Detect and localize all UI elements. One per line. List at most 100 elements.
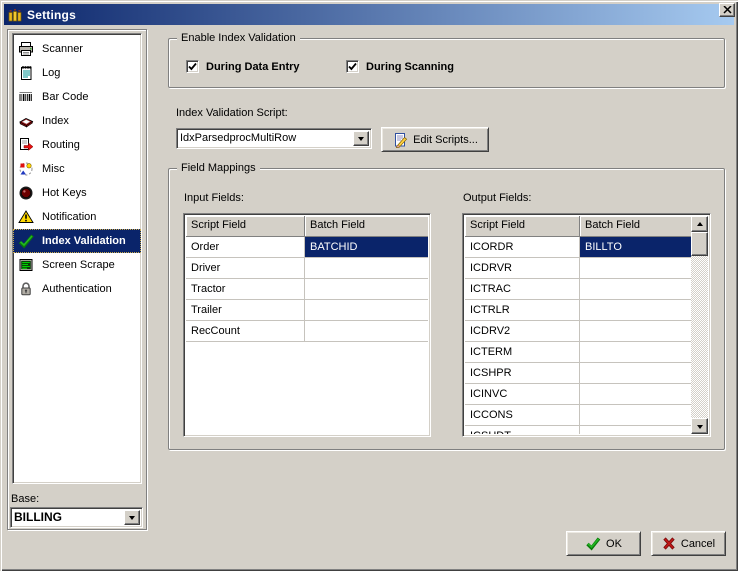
script-field-cell[interactable]: ICTRLR xyxy=(465,300,580,321)
table-row[interactable]: Driver xyxy=(186,258,428,279)
cancel-x-icon xyxy=(662,537,676,550)
close-icon[interactable] xyxy=(719,3,735,17)
sidebar-item-label: Routing xyxy=(42,139,80,151)
script-field-cell[interactable]: ICTRAC xyxy=(465,279,580,300)
script-field-cell[interactable]: Trailer xyxy=(186,300,305,321)
chevron-down-icon[interactable] xyxy=(124,510,140,525)
output-fields-table[interactable]: Script Field Batch Field ICORDR BILLTO I… xyxy=(462,213,711,437)
batch-field-cell[interactable]: BILLTO xyxy=(580,237,691,258)
routing-arrow-icon xyxy=(18,137,34,153)
batch-field-cell[interactable] xyxy=(305,321,428,342)
checkbox-label: During Data Entry xyxy=(206,60,300,73)
batch-field-cell[interactable] xyxy=(580,258,691,279)
script-field-cell[interactable]: ICDRVR xyxy=(465,258,580,279)
batch-field-cell[interactable]: BATCHID xyxy=(305,237,428,258)
batch-field-cell[interactable] xyxy=(580,279,691,300)
table-row[interactable]: ICTRAC xyxy=(465,279,691,300)
script-field-cell[interactable]: ICDRV2 xyxy=(465,321,580,342)
red-book-icon xyxy=(18,113,34,129)
table-row[interactable]: ICTERM xyxy=(465,342,691,363)
input-fields-table[interactable]: Script Field Batch Field Order BATCHID D… xyxy=(183,213,431,437)
barcode-icon xyxy=(18,89,34,105)
script-field-cell[interactable]: Order xyxy=(186,237,305,258)
scroll-up-icon[interactable] xyxy=(691,216,708,232)
column-header: Batch Field xyxy=(580,216,691,237)
during-data-entry-row: During Data Entry xyxy=(186,60,300,73)
script-field-cell[interactable]: ICSHPR xyxy=(465,363,580,384)
script-field-cell[interactable]: Tractor xyxy=(186,279,305,300)
sidebar-item-scanner[interactable]: Scanner xyxy=(13,37,141,61)
table-row[interactable]: ICDRVR xyxy=(465,258,691,279)
batch-field-cell[interactable] xyxy=(580,363,691,384)
scroll-down-icon[interactable] xyxy=(691,418,708,434)
during-data-entry-checkbox[interactable] xyxy=(186,60,199,73)
sidebar-item-label: Bar Code xyxy=(42,91,89,103)
table-row[interactable]: ICDRV2 xyxy=(465,321,691,342)
script-field-cell[interactable]: ICTERM xyxy=(465,342,580,363)
field-mappings-group: Field Mappings Input Fields: Script Fiel… xyxy=(168,162,725,450)
batch-field-cell[interactable] xyxy=(580,405,691,426)
cancel-label: Cancel xyxy=(680,537,716,550)
script-field-cell[interactable]: ICSHDT xyxy=(465,426,580,434)
batch-field-cell[interactable] xyxy=(580,321,691,342)
edit-scripts-icon xyxy=(392,132,408,148)
table-row[interactable]: ICTRLR xyxy=(465,300,691,321)
scrollbar-thumb[interactable] xyxy=(691,232,708,256)
batch-field-cell[interactable] xyxy=(580,426,691,434)
batch-field-cell[interactable] xyxy=(580,384,691,405)
script-combobox[interactable]: IdxParsedprocMultiRow xyxy=(176,128,372,149)
during-scanning-row: During Scanning xyxy=(346,60,454,73)
sidebar-item-label: Scanner xyxy=(42,43,83,55)
table-row[interactable]: Order BATCHID xyxy=(186,237,428,258)
sidebar-item-label: Notification xyxy=(42,211,97,223)
table-row[interactable]: Tractor xyxy=(186,279,428,300)
script-field-cell[interactable]: RecCount xyxy=(186,321,305,342)
script-field-cell[interactable]: Driver xyxy=(186,258,305,279)
batch-field-cell[interactable] xyxy=(305,258,428,279)
table-row[interactable]: ICSHDT xyxy=(465,426,691,434)
window-title: Settings xyxy=(27,7,76,22)
sidebar-item-label: Index Validation xyxy=(42,235,126,247)
base-combobox[interactable]: BILLING xyxy=(10,507,143,528)
table-row[interactable]: ICORDR BILLTO xyxy=(465,237,691,258)
column-header: Script Field xyxy=(186,216,305,237)
table-row[interactable]: RecCount xyxy=(186,321,428,342)
base-label: Base: xyxy=(11,493,40,505)
script-field-cell[interactable]: ICINVC xyxy=(465,384,580,405)
group-title: Field Mappings xyxy=(177,162,260,174)
script-field-cell[interactable]: ICORDR xyxy=(465,237,580,258)
sidebar-item-notification[interactable]: Notification xyxy=(13,205,141,229)
sidebar-item-log[interactable]: Log xyxy=(13,61,141,85)
batch-field-cell[interactable] xyxy=(305,279,428,300)
table-row[interactable]: ICCONS xyxy=(465,405,691,426)
edit-scripts-button[interactable]: Edit Scripts... xyxy=(381,127,489,152)
column-header: Batch Field xyxy=(305,216,428,237)
sidebar-item-bar-code[interactable]: Bar Code xyxy=(13,85,141,109)
ok-button[interactable]: OK xyxy=(566,531,641,556)
chevron-down-icon[interactable] xyxy=(353,131,369,146)
script-combobox-value: IdxParsedprocMultiRow xyxy=(180,132,297,144)
sidebar-item-screen-scrape[interactable]: Screen Scrape xyxy=(13,253,141,277)
table-row[interactable]: ICINVC xyxy=(465,384,691,405)
table-row[interactable]: Trailer xyxy=(186,300,428,321)
sidebar-item-authentication[interactable]: Authentication xyxy=(13,277,141,301)
settings-category-list[interactable]: Scanner Log Bar Code Index Routing Misc … xyxy=(12,33,142,484)
sidebar-item-index-validation[interactable]: Index Validation xyxy=(13,229,141,253)
input-table-body: Order BATCHID Driver Tractor Trailer Rec… xyxy=(186,237,428,342)
batch-field-cell[interactable] xyxy=(305,300,428,321)
sidebar-item-misc[interactable]: Misc xyxy=(13,157,141,181)
sidebar-item-index[interactable]: Index xyxy=(13,109,141,133)
sidebar-item-routing[interactable]: Routing xyxy=(13,133,141,157)
vertical-scrollbar[interactable] xyxy=(691,216,708,434)
batch-field-cell[interactable] xyxy=(580,300,691,321)
table-row[interactable]: ICSHPR xyxy=(465,363,691,384)
input-fields-label: Input Fields: xyxy=(184,192,244,204)
during-scanning-checkbox[interactable] xyxy=(346,60,359,73)
sidebar-item-label: Authentication xyxy=(42,283,112,295)
batch-field-cell[interactable] xyxy=(580,342,691,363)
edit-scripts-label: Edit Scripts... xyxy=(413,133,478,146)
cancel-button[interactable]: Cancel xyxy=(651,531,726,556)
sidebar-item-hot-keys[interactable]: Hot Keys xyxy=(13,181,141,205)
warning-triangle-icon xyxy=(18,209,34,225)
script-field-cell[interactable]: ICCONS xyxy=(465,405,580,426)
